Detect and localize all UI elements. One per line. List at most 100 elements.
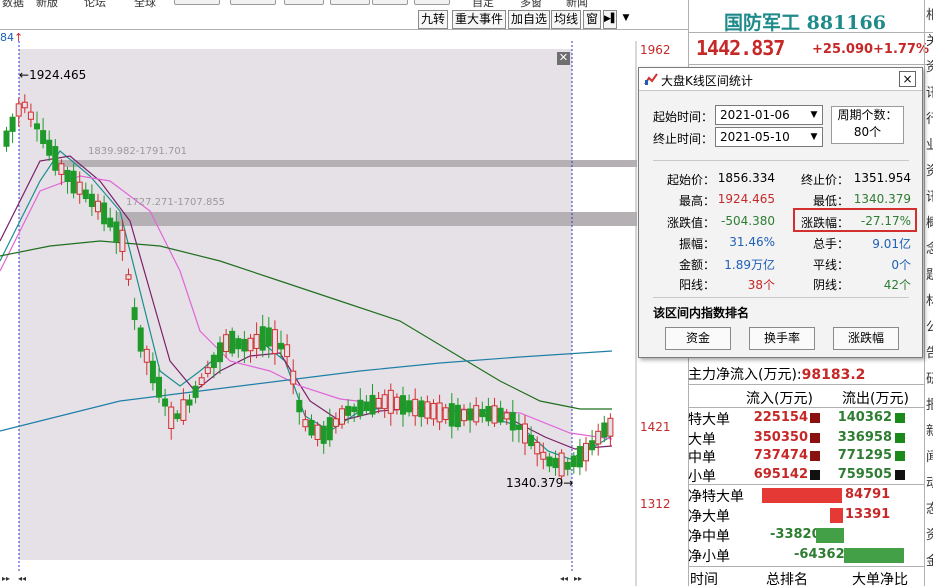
divider bbox=[688, 64, 933, 65]
side-nav-char[interactable]: 告 bbox=[926, 342, 933, 361]
side-nav-char[interactable]: 关 bbox=[926, 30, 933, 49]
toolbar-mini-button[interactable] bbox=[284, 0, 324, 5]
candle-body bbox=[381, 394, 388, 410]
side-nav-char[interactable]: 闻 bbox=[926, 446, 933, 465]
svg-text:◂◂: ◂◂ bbox=[560, 574, 568, 583]
footer-large-order-ratio[interactable]: 大单净比 bbox=[852, 569, 908, 586]
end-time-select[interactable]: 2021-05-10 ▼ bbox=[715, 127, 823, 147]
menu-custom[interactable]: 自定 bbox=[472, 0, 494, 8]
toolbar-mini-button[interactable] bbox=[330, 0, 370, 5]
candle-body bbox=[70, 170, 77, 194]
flat-value: 0个 bbox=[891, 258, 911, 272]
side-nav-char[interactable]: 相 bbox=[926, 4, 933, 23]
candle-body bbox=[271, 329, 278, 354]
side-nav-char[interactable]: 资 bbox=[926, 524, 933, 543]
side-nav-char[interactable]: 报 bbox=[926, 394, 933, 413]
candle-body bbox=[229, 330, 236, 354]
side-nav-char[interactable]: 讯 bbox=[926, 186, 933, 205]
app-icon bbox=[644, 72, 658, 86]
candle-body bbox=[534, 441, 541, 455]
selected-range-background bbox=[19, 49, 572, 560]
toolbar-mini-button[interactable] bbox=[174, 0, 220, 5]
ranking-title: 该区间内指数排名 bbox=[653, 306, 750, 320]
candle-body bbox=[314, 424, 321, 440]
close-icon[interactable]: × bbox=[899, 71, 916, 87]
side-nav-char[interactable]: 念 bbox=[926, 238, 933, 257]
candle-body bbox=[424, 401, 431, 419]
flow-row-extra-large: 特大单 225154 140362 bbox=[688, 408, 924, 428]
candle-body bbox=[363, 401, 370, 412]
low-annotation: 1340.379→ bbox=[506, 476, 574, 490]
rank-by-change-button[interactable]: 涨跌幅 bbox=[833, 327, 899, 350]
dialog-title-bar[interactable]: 大盘K线区间统计 × bbox=[639, 68, 922, 91]
rank-by-turnover-button[interactable]: 换手率 bbox=[749, 327, 815, 350]
toolbar-mini-button[interactable] bbox=[230, 0, 276, 5]
footer-time[interactable]: 时间 bbox=[690, 569, 718, 586]
end-price-value: 1351.954 bbox=[853, 171, 911, 185]
side-nav-char[interactable]: 行 bbox=[926, 108, 933, 127]
footer-rank[interactable]: 总排名 bbox=[766, 569, 808, 586]
candle-body bbox=[412, 398, 419, 417]
candle-body bbox=[595, 430, 602, 445]
tab-add-favorite[interactable]: 加自选 bbox=[508, 10, 551, 29]
candle-body bbox=[302, 419, 309, 428]
candle-body bbox=[461, 409, 467, 422]
side-nav-char[interactable]: 研 bbox=[926, 368, 933, 387]
side-nav-char[interactable]: 概 bbox=[926, 212, 933, 231]
candle-body bbox=[375, 397, 382, 409]
candle-body bbox=[528, 434, 535, 447]
chevron-down-icon: ▼ bbox=[810, 132, 818, 142]
band2-annotation: 1727.271-1707.855 bbox=[126, 197, 226, 208]
high-annotation: ←1924.465 bbox=[19, 68, 87, 82]
menu-multi-window[interactable]: 多窗 bbox=[520, 0, 542, 8]
tab-moving-average[interactable]: 均线 bbox=[551, 10, 582, 29]
candle-body bbox=[473, 405, 480, 423]
side-nav-char[interactable]: 资 bbox=[926, 56, 933, 75]
side-nav-char[interactable]: 公 bbox=[926, 316, 933, 335]
dropdown-icon[interactable]: ▼ bbox=[619, 10, 633, 29]
menu-global[interactable]: 全球 bbox=[134, 0, 156, 8]
candle-body bbox=[522, 423, 528, 444]
side-nav-char[interactable]: 新 bbox=[926, 420, 933, 439]
side-nav-char[interactable]: 态 bbox=[926, 498, 933, 517]
change-label: 涨跌值： bbox=[667, 216, 716, 230]
candle-body bbox=[278, 342, 284, 350]
rank-by-funds-button[interactable]: 资金 bbox=[665, 327, 731, 350]
candle-body bbox=[601, 422, 608, 438]
side-nav-char[interactable]: 讯 bbox=[926, 82, 933, 101]
side-nav-char[interactable]: 动 bbox=[926, 472, 933, 491]
side-nav-char[interactable]: 业 bbox=[926, 134, 933, 153]
side-nav-char[interactable]: 资 bbox=[926, 160, 933, 179]
toolbar-mini-button[interactable] bbox=[372, 0, 408, 5]
side-nav-char[interactable]: 题 bbox=[926, 264, 933, 283]
up-value: 38个 bbox=[747, 278, 775, 292]
candle-body bbox=[576, 446, 583, 468]
start-time-select[interactable]: 2021-01-06 ▼ bbox=[715, 105, 823, 125]
flow-row-small: 小单 695142 759505 bbox=[688, 465, 924, 485]
candle-body bbox=[564, 461, 571, 470]
candle-body bbox=[296, 399, 303, 413]
tab-jiuzhuan[interactable]: 九转 bbox=[418, 10, 449, 29]
candle-body bbox=[357, 399, 364, 416]
end-price-label: 终止价： bbox=[801, 173, 850, 187]
scroll-right-icon[interactable]: ▶▌ bbox=[603, 10, 618, 29]
tab-major-events[interactable]: 重大事件 bbox=[452, 10, 507, 29]
toolbar-mini-button[interactable] bbox=[414, 0, 450, 5]
side-nav-char[interactable]: 材 bbox=[926, 290, 933, 309]
side-nav-char[interactable]: 金 bbox=[926, 550, 933, 569]
menu-news[interactable]: 新闻 bbox=[566, 0, 588, 8]
menu-forum[interactable]: 论坛 bbox=[84, 0, 106, 8]
y-label-top: 1962 bbox=[640, 43, 671, 57]
candle-body bbox=[436, 402, 443, 423]
dialog-title: 大盘K线区间统计 bbox=[661, 74, 753, 88]
candle-body bbox=[241, 338, 248, 352]
candle-body bbox=[290, 370, 297, 385]
close-range-icon[interactable]: ✕ bbox=[557, 52, 570, 65]
candle-body bbox=[174, 413, 181, 420]
tab-window[interactable]: 窗 bbox=[583, 10, 602, 29]
kline-chart[interactable]: ▸▸ ◂◂ ◂◂ ▸▸ bbox=[0, 41, 637, 586]
menu-new[interactable]: 新版 bbox=[36, 0, 58, 8]
candle-body bbox=[204, 367, 211, 374]
menu-data[interactable]: 数据 bbox=[2, 0, 24, 8]
candle-body bbox=[351, 406, 358, 413]
